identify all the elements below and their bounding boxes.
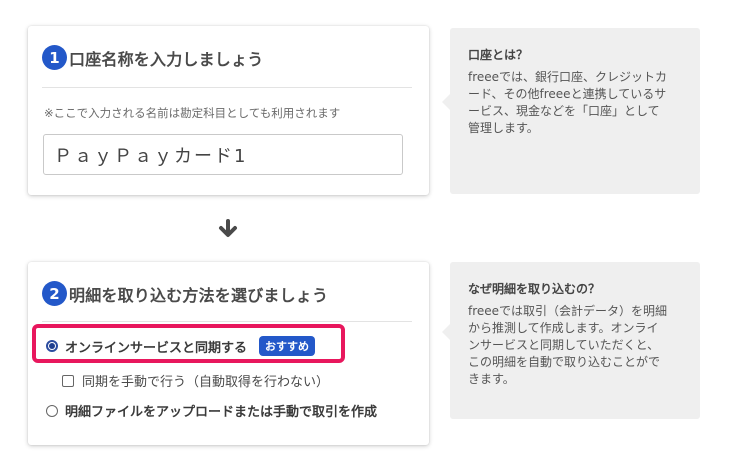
option-online-sync[interactable]: オンラインサービスと同期する おすすめ (46, 336, 316, 356)
manual-sync-checkbox[interactable] (62, 374, 74, 387)
divider (42, 87, 412, 88)
step1-header: 1 口座名称を入力しましょう (42, 45, 263, 70)
account-help-body: freeeでは、銀行口座、クレジットカ ード、その他freeeと連携しているサ … (468, 70, 668, 135)
import-help-box: なぜ明細を取り込むの？ freeeでは取引（会計データ）を明細 から推測して作成… (442, 262, 700, 419)
divider (42, 321, 412, 322)
step2-title: 明細を取り込む方法を選びましょう (69, 285, 329, 305)
step1-number-badge: 1 (42, 45, 67, 70)
import-method-card: 2 明細を取り込む方法を選びましょう オンラインサービスと同期する おすすめ 同… (28, 262, 429, 445)
online-sync-label: オンラインサービスと同期する (65, 340, 248, 356)
step2-header: 2 明細を取り込む方法を選びましょう (42, 281, 328, 306)
manual-sync-label: 同期を手動で行う（自動取得を行わない） (82, 375, 330, 390)
account-name-card: 1 口座名称を入力しましょう ※ここで入力される名前は勘定科目としても利用されま… (28, 26, 429, 195)
account-name-input[interactable] (43, 134, 403, 175)
arrow-down-icon (219, 219, 237, 237)
step1-title: 口座名称を入力しましょう (69, 49, 264, 69)
option-file-upload[interactable]: 明細ファイルをアップロードまたは手動で取引を作成 (46, 401, 377, 420)
import-help-body: freeeでは取引（会計データ）を明細 から推測して作成します。オンライ ンサー… (468, 304, 668, 386)
recommended-badge: おすすめ (259, 336, 316, 356)
option-manual-sync[interactable]: 同期を手動で行う（自動取得を行わない） (62, 371, 329, 390)
file-upload-label: 明細ファイルをアップロードまたは手動で取引を作成 (65, 405, 378, 420)
online-sync-radio[interactable] (46, 340, 58, 352)
account-help-box: 口座とは？ freeeでは、銀行口座、クレジットカ ード、その他freeeと連携… (442, 28, 700, 194)
file-upload-radio[interactable] (46, 404, 58, 417)
account-name-note: ※ここで入力される名前は勘定科目としても利用されます (44, 106, 341, 120)
account-help-title: 口座とは？ (468, 48, 529, 62)
step2-number-badge: 2 (42, 281, 67, 306)
import-help-title: なぜ明細を取り込むの？ (468, 282, 601, 296)
